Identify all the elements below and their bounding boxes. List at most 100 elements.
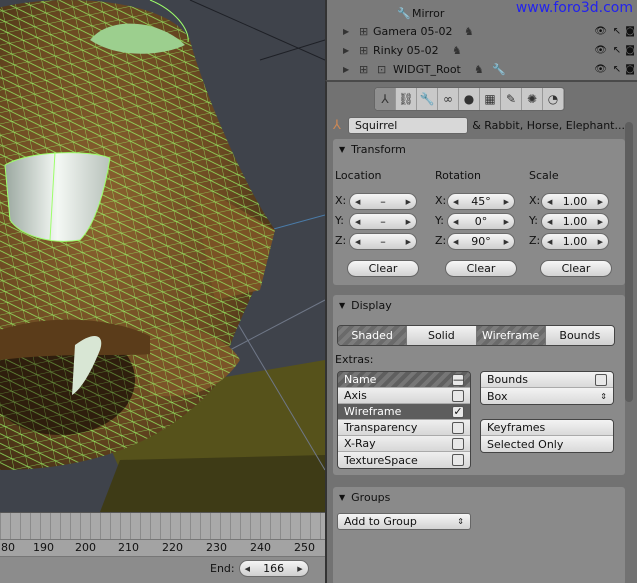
outliner-row-gamera[interactable]: ▶ ⊞ Gamera 05-02 ♞ 👁 ↖ ◙ [327,22,637,41]
scale-z-field[interactable]: ◀ 1.00 ▶ [541,233,609,250]
display-panel-header[interactable]: ▼ Display [333,295,625,315]
end-frame-field[interactable]: ◀ 166 ▶ [238,560,309,577]
select-cursor-icon[interactable]: ↖ [613,26,621,37]
object-name-row: ⅄ Squirrel & Rabbit, Horse, Elephant... [333,116,625,134]
object-icon: ⊞ [359,44,369,57]
pose-icon: ♞ [474,63,484,76]
clear-location-button[interactable]: Clear [347,260,419,277]
draw-type-shaded[interactable]: Shaded [338,326,408,345]
outliner-item-name: Mirror [412,7,445,20]
select-cursor-icon[interactable]: ↖ [613,64,621,75]
extra-name-toggle[interactable]: Name — [338,372,470,388]
draw-type-selector[interactable]: Shaded Solid Wireframe Bounds [337,325,615,346]
scene-tab-icon[interactable]: ◔ [543,88,564,110]
object-tab-icon[interactable]: ⅄ [375,88,396,110]
add-to-group-dropdown[interactable]: Add to Group ⇕ [337,513,471,530]
selected-only-toggle[interactable]: Selected Only [481,436,613,452]
axis-label: X: [435,194,447,207]
physics-tab-icon[interactable]: ✺ [522,88,543,110]
extras-label: Extras: [335,353,374,366]
frame-gridline [90,513,91,539]
frame-gridline [70,513,71,539]
timeline-track[interactable] [0,513,325,539]
properties-scrollbar[interactable] [625,122,633,402]
frame-gridline [60,513,61,539]
location-z-field[interactable]: ◀ – ▶ [349,233,417,250]
outliner-row-rinky[interactable]: ▶ ⊞ Rinky 05-02 ♞ 👁 ↖ ◙ [327,41,637,60]
select-cursor-icon[interactable]: ↖ [613,45,621,56]
frame-gridline [110,513,111,539]
clear-rotation-button[interactable]: Clear [445,260,517,277]
modifier-tab-icon[interactable]: 🔧 [417,88,438,110]
location-y-field[interactable]: ◀ – ▶ [349,213,417,230]
rotation-x-field[interactable]: ◀ 45° ▶ [447,193,515,210]
visibility-eye-icon[interactable]: 👁 [594,45,607,56]
link-tab-icon[interactable]: ∞ [438,88,459,110]
scale-x-field[interactable]: ◀ 1.00 ▶ [541,193,609,210]
transform-panel-header[interactable]: ▼ Transform [333,139,625,159]
bounds-type-dropdown[interactable]: Box ⇕ [481,388,613,404]
draw-type-bounds[interactable]: Bounds [545,326,614,345]
axis-label: Z: [435,234,447,247]
draw-type-solid[interactable]: Solid [407,326,477,345]
pose-icon: ♞ [464,25,474,38]
frame-gridline [270,513,271,539]
clear-scale-button[interactable]: Clear [540,260,612,277]
frame-gridline [10,513,11,539]
checkbox: — [452,372,464,386]
constraint-tab-icon[interactable]: ⛓ [396,88,417,110]
transform-panel: ▼ Transform Location Rotation Scale X: Y… [333,139,625,285]
decrement-arrow-icon[interactable]: ◀ [245,565,250,573]
collapse-triangle-icon[interactable]: ▼ [339,493,345,502]
particle-tab-icon[interactable]: ✎ [501,88,522,110]
extra-wireframe-toggle[interactable]: Wireframe ✓ [338,404,470,420]
frame-tick: 220 [162,541,183,554]
3d-viewport[interactable] [0,0,325,512]
collapse-triangle-icon[interactable]: ▼ [339,145,345,154]
collapse-triangle-icon[interactable]: ▼ [339,301,345,310]
visibility-eye-icon[interactable]: 👁 [594,26,607,37]
bounds-toggle[interactable]: Bounds [481,372,613,388]
context-tab-bar[interactable]: ⅄ ⛓ 🔧 ∞ ● ▦ ✎ ✺ ◔ [374,87,565,111]
extra-transparency-toggle[interactable]: Transparency [338,420,470,436]
extra-texturespace-toggle[interactable]: TextureSpace [338,452,470,468]
increment-arrow-icon[interactable]: ▶ [297,565,302,573]
expand-triangle-icon[interactable]: ▶ [343,27,349,36]
location-x-field[interactable]: ◀ – ▶ [349,193,417,210]
render-camera-icon[interactable]: ◙ [625,64,635,75]
texture-tab-icon[interactable]: ▦ [480,88,501,110]
axis-label: X: [335,194,347,207]
frame-gridline [250,513,251,539]
scale-y-field[interactable]: ◀ 1.00 ▶ [541,213,609,230]
modifier-wrench-icon: 🔧 [492,63,506,76]
location-label: Location [335,169,382,182]
keyframes-toggle[interactable]: Keyframes [481,420,613,436]
axis-label: X: [529,194,541,207]
frame-gridline [130,513,131,539]
groups-panel-header[interactable]: ▼ Groups [333,487,625,507]
properties-editor[interactable]: ⅄ ⛓ 🔧 ∞ ● ▦ ✎ ✺ ◔ ⅄ Squirrel & Rabbit, H… [325,80,637,583]
expand-triangle-icon[interactable]: ▶ [343,46,349,55]
object-name-field[interactable]: Squirrel [347,116,469,134]
extra-xray-toggle[interactable]: X-Ray [338,436,470,452]
frame-gridline [280,513,281,539]
object-group-info: & Rabbit, Horse, Elephant... [472,118,625,132]
render-camera-icon[interactable]: ◙ [625,26,635,37]
outliner-row-mirror[interactable]: 🔧 Mirror [327,4,637,23]
groups-panel: ▼ Groups Add to Group ⇕ [333,487,625,583]
rotation-y-field[interactable]: ◀ 0° ▶ [447,213,515,230]
checkbox [452,437,464,450]
draw-type-wireframe[interactable]: Wireframe [476,326,546,345]
visibility-eye-icon[interactable]: 👁 [594,64,607,75]
outliner[interactable]: www.foro3d.com 🔧 Mirror ▶ ⊞ Gamera 05-02… [325,0,637,80]
material-tab-icon[interactable]: ● [459,88,480,110]
expand-triangle-icon[interactable]: ▶ [343,65,349,74]
extra-axis-toggle[interactable]: Axis [338,388,470,404]
render-camera-icon[interactable]: ◙ [625,45,635,56]
outliner-row-widgt-root[interactable]: ▶ ⊞ ⊡ WIDGT_Root ♞ 🔧 👁 ↖ ◙ [327,60,637,79]
timeline[interactable]: 180 190 200 210 220 230 240 250 End: ◀ 1… [0,512,325,583]
frame-gridline [80,513,81,539]
end-frame-row: End: ◀ 166 ▶ [210,560,309,577]
rotation-z-field[interactable]: ◀ 90° ▶ [447,233,515,250]
frame-gridline [230,513,231,539]
